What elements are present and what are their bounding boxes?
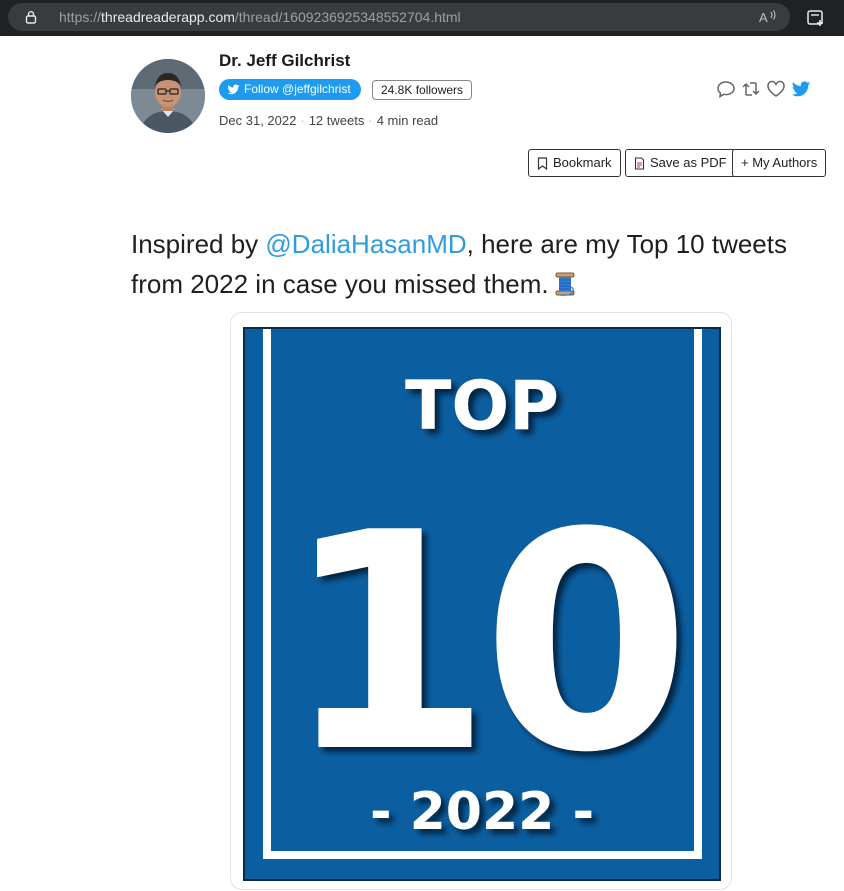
bookmark-label: Bookmark bbox=[553, 155, 612, 170]
my-authors-button[interactable]: + My Authors bbox=[732, 149, 827, 177]
read-time: 4 min read bbox=[376, 113, 439, 128]
thread-meta: Dec 31, 2022 · 12 tweets · 4 min read bbox=[219, 113, 438, 128]
url-path: /thread/1609236925348552704.html bbox=[234, 9, 461, 25]
url-scheme: https:// bbox=[59, 9, 102, 25]
tweet-image-card[interactable]: TOP 10 - 2022 - bbox=[230, 312, 732, 890]
url-host: threadreaderapp.com bbox=[101, 9, 235, 25]
avatar[interactable] bbox=[131, 59, 205, 133]
follow-button[interactable]: Follow @jeffgilchrist bbox=[219, 79, 361, 100]
author-name[interactable]: Dr. Jeff Gilchrist bbox=[219, 51, 350, 71]
separator-dot: · bbox=[300, 113, 305, 128]
followers-count[interactable]: 24.8K followers bbox=[372, 80, 473, 100]
my-authors-label: + My Authors bbox=[741, 155, 818, 170]
top10-poster-image: TOP 10 - 2022 - bbox=[243, 327, 721, 881]
reply-icon[interactable] bbox=[716, 79, 736, 99]
poster-year-text: - 2022 - bbox=[370, 782, 594, 842]
twitter-bird-icon bbox=[227, 84, 240, 95]
svg-text:A: A bbox=[759, 10, 768, 25]
url-text[interactable]: https://threadreaderapp.com/thread/16092… bbox=[59, 9, 461, 25]
collections-icon[interactable] bbox=[806, 8, 826, 28]
lock-icon[interactable] bbox=[24, 10, 38, 24]
save-pdf-label: Save as PDF bbox=[650, 155, 727, 170]
bookmark-icon bbox=[537, 156, 548, 170]
mention-link[interactable]: @DaliaHasanMD bbox=[265, 229, 466, 259]
thread-spool-icon bbox=[555, 272, 575, 296]
follow-label: Follow @jeffgilchrist bbox=[244, 82, 351, 96]
tweet-text: Inspired by @DaliaHasanMD, here are my T… bbox=[131, 224, 811, 304]
save-pdf-button[interactable]: Save as PDF bbox=[625, 149, 736, 177]
url-field[interactable]: https://threadreaderapp.com/thread/16092… bbox=[8, 3, 790, 31]
pdf-icon bbox=[634, 156, 645, 170]
poster-top-text: TOP bbox=[405, 367, 559, 446]
poster-number-text: 10 bbox=[283, 469, 680, 818]
twitter-share-icon[interactable] bbox=[791, 79, 811, 99]
like-icon[interactable] bbox=[766, 79, 786, 99]
tweet-count: 12 tweets bbox=[308, 113, 365, 128]
avatar-photo bbox=[131, 59, 205, 133]
retweet-icon[interactable] bbox=[741, 79, 761, 99]
browser-address-bar: https://threadreaderapp.com/thread/16092… bbox=[0, 0, 844, 36]
bookmark-button[interactable]: Bookmark bbox=[528, 149, 621, 177]
thread-date: Dec 31, 2022 bbox=[219, 113, 297, 128]
tweet-text-before: Inspired by bbox=[131, 229, 266, 259]
separator-dot: · bbox=[368, 113, 373, 128]
share-icons bbox=[716, 79, 811, 99]
read-aloud-icon[interactable]: A bbox=[758, 9, 778, 25]
